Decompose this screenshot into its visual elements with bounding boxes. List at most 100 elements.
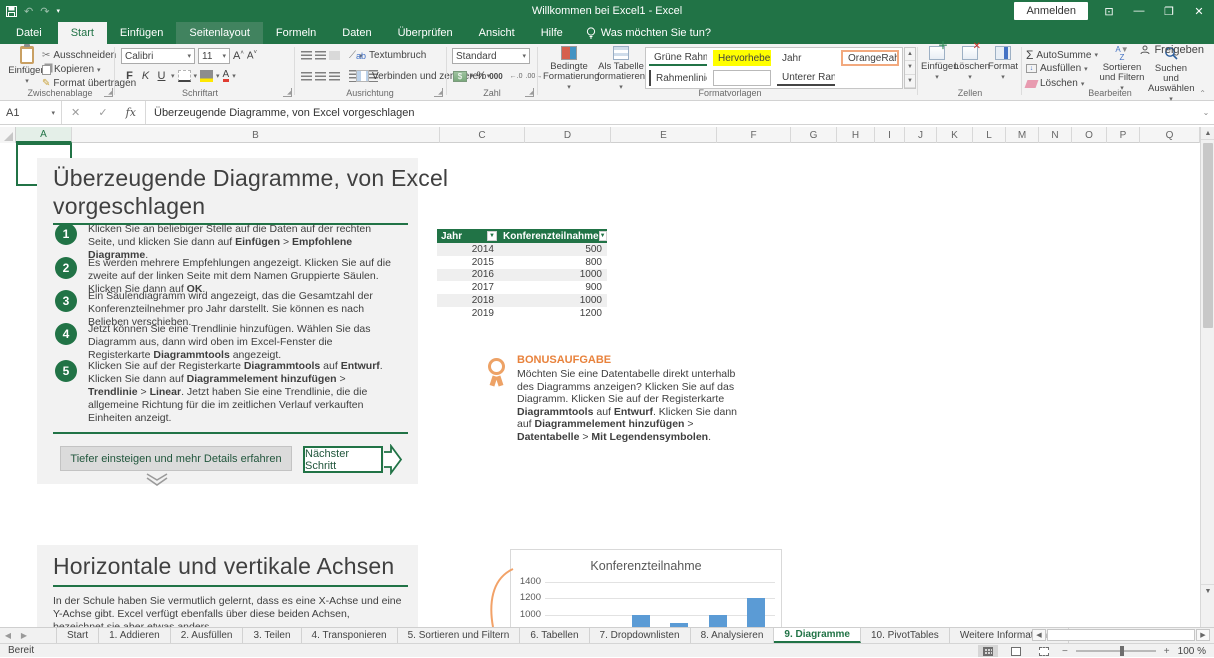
number-format-combo[interactable]: Standard▾	[452, 48, 530, 64]
vertical-scrollbar[interactable]: ▲ ▼	[1200, 127, 1214, 627]
conditional-formatting-button[interactable]: Bedingte Formatierung ▾	[543, 46, 595, 88]
number-dialog-launcher-icon[interactable]	[525, 88, 534, 97]
insert-function-icon[interactable]: fx	[126, 106, 136, 119]
zoom-in-icon[interactable]: +	[1164, 646, 1170, 657]
sheet-nav-right-icon[interactable]: ▶	[16, 628, 32, 643]
zoom-slider[interactable]	[1076, 650, 1156, 652]
cell-teilnahme[interactable]: 1200	[499, 307, 607, 320]
scroll-up-icon[interactable]: ▲	[1201, 127, 1214, 140]
ribbon-tab-ansicht[interactable]: Ansicht	[466, 22, 528, 44]
cell-teilnahme[interactable]: 1000	[499, 269, 607, 282]
ribbon-tab-formeln[interactable]: Formeln	[263, 22, 329, 44]
chart[interactable]: Konferenzteilnahme 140012001000	[510, 549, 782, 627]
align-middle-icon[interactable]	[315, 51, 326, 60]
percent-style-icon[interactable]: %	[477, 70, 487, 82]
filter-icon[interactable]: ▼	[599, 231, 607, 241]
next-step-button[interactable]: Nächster Schritt	[303, 446, 383, 473]
ribbon-tab-überprüfen[interactable]: Überprüfen	[385, 22, 466, 44]
formula-content[interactable]: Überzeugende Diagramme, von Excel vorges…	[146, 101, 1198, 124]
style-orange-border[interactable]: OrangeRah...	[841, 50, 899, 66]
sheet-tab-8-analysieren[interactable]: 8. Analysieren	[691, 628, 775, 643]
name-box[interactable]: A1▾	[0, 101, 62, 124]
sort-filter-button[interactable]: A▼Z Sortieren und Filtern ▾	[1098, 46, 1146, 88]
column-header-D[interactable]: D	[525, 127, 611, 143]
bold-button[interactable]: F	[123, 70, 136, 82]
cell-teilnahme[interactable]: 800	[499, 256, 607, 269]
column-header-M[interactable]: M	[1006, 127, 1039, 143]
scrollbar-thumb[interactable]	[1203, 143, 1213, 328]
align-center-icon[interactable]	[315, 72, 326, 81]
share-button[interactable]: Freigeben	[1140, 44, 1204, 56]
scroll-right-icon[interactable]: ▶	[1196, 629, 1210, 641]
style-bottom-border[interactable]: Unterer Rand	[777, 70, 835, 86]
column-header-F[interactable]: F	[717, 127, 791, 143]
cut-button[interactable]: ✂Ausschneiden	[42, 50, 116, 61]
column-header-N[interactable]: N	[1039, 127, 1072, 143]
column-header-C[interactable]: C	[440, 127, 525, 143]
ribbon-tab-seitenlayout[interactable]: Seitenlayout	[176, 22, 263, 44]
ribbon-tab-einfügen[interactable]: Einfügen	[107, 22, 176, 44]
restore-button[interactable]: ❐	[1154, 0, 1184, 22]
grow-font-icon[interactable]: A˄	[233, 50, 244, 62]
borders-dropdown-icon[interactable]: ▾	[194, 72, 198, 80]
page-layout-view-button[interactable]	[1006, 645, 1026, 657]
copy-button[interactable]: Kopieren▾	[42, 64, 101, 75]
sheet-nav-left-icon[interactable]: ◀	[0, 628, 16, 643]
minimize-button[interactable]: —	[1124, 0, 1154, 22]
fill-color-icon[interactable]	[200, 70, 213, 82]
column-header-G[interactable]: G	[791, 127, 837, 143]
delete-cells-button[interactable]: ✕ Löschen▾	[954, 46, 986, 88]
select-all-button[interactable]	[0, 127, 16, 143]
normal-view-button[interactable]	[978, 645, 998, 657]
expand-formula-bar-icon[interactable]: ⌄	[1198, 101, 1214, 124]
fill-button[interactable]: ↓Ausfüllen▾	[1026, 63, 1088, 74]
format-as-table-button[interactable]: Als Tabelle formatieren ▾	[596, 46, 646, 88]
sheet-tab-1-addieren[interactable]: 1. Addieren	[99, 628, 171, 643]
accounting-format-icon[interactable]: $	[453, 71, 467, 82]
sheet-tab-2-ausf-llen[interactable]: 2. Ausfüllen	[171, 628, 244, 643]
ribbon-display-options-icon[interactable]: ⊡	[1094, 0, 1124, 22]
style-blank[interactable]	[841, 70, 899, 86]
cell-jahr[interactable]: 2017	[437, 281, 499, 294]
sign-in-button[interactable]: Anmelden	[1014, 2, 1088, 20]
gallery-more-icon[interactable]: ▼	[905, 75, 915, 88]
format-cells-button[interactable]: Format▾	[987, 46, 1019, 88]
underline-button[interactable]: U	[155, 70, 168, 82]
sheet-tab-5-sortieren-und-filtern[interactable]: 5. Sortieren und Filtern	[398, 628, 521, 643]
style-jahr[interactable]: Jahr	[777, 50, 835, 66]
scroll-left-icon[interactable]: ◀	[1032, 629, 1046, 641]
table-header-konferenzteilnahme[interactable]: Konferenzteilnahme▼	[499, 229, 607, 243]
style-green-border[interactable]: Grüne Rahm...	[649, 50, 707, 66]
horizontal-scroll-thumb[interactable]	[1047, 629, 1195, 641]
filter-icon[interactable]: ▼	[487, 231, 497, 241]
style-highlight[interactable]: Hervorheben	[713, 50, 771, 66]
cell-teilnahme[interactable]: 1000	[499, 294, 607, 307]
column-header-I[interactable]: I	[875, 127, 905, 143]
gallery-down-icon[interactable]: ▼	[905, 61, 915, 74]
autosum-button[interactable]: ΣAutoSumme▾	[1026, 48, 1098, 62]
zoom-level[interactable]: 100 %	[1178, 646, 1206, 657]
ribbon-tab-daten[interactable]: Daten	[329, 22, 384, 44]
fill-color-dropdown-icon[interactable]: ▾	[216, 72, 220, 80]
gallery-up-icon[interactable]: ▲	[905, 48, 915, 61]
clipboard-dialog-launcher-icon[interactable]	[104, 88, 113, 97]
font-dialog-launcher-icon[interactable]	[283, 88, 292, 97]
orientation-icon[interactable]: ⟋	[349, 50, 356, 61]
sheet-tab-7-dropdownlisten[interactable]: 7. Dropdownlisten	[590, 628, 691, 643]
column-header-L[interactable]: L	[973, 127, 1006, 143]
cell-jahr[interactable]: 2015	[437, 256, 499, 269]
shrink-font-icon[interactable]: A˅	[247, 50, 257, 61]
cell-jahr[interactable]: 2016	[437, 269, 499, 282]
horizontal-scrollbar[interactable]: ◀ ▶	[1032, 629, 1210, 641]
cell-jahr[interactable]: 2014	[437, 243, 499, 256]
insert-cells-button[interactable]: ＋ Einfügen▾	[921, 46, 953, 88]
italic-button[interactable]: K	[139, 70, 152, 82]
cancel-entry-icon[interactable]: ✕	[71, 106, 80, 119]
decrease-decimal-icon[interactable]: .00→	[526, 73, 543, 80]
font-size-combo[interactable]: 11▾	[198, 48, 230, 64]
cell-teilnahme[interactable]: 500	[499, 243, 607, 256]
sheet-tab-start[interactable]: Start	[56, 628, 99, 643]
cell-teilnahme[interactable]: 900	[499, 281, 607, 294]
wrap-text-button[interactable]: abTextumbruch	[356, 50, 426, 61]
column-header-A[interactable]: A	[16, 127, 72, 143]
